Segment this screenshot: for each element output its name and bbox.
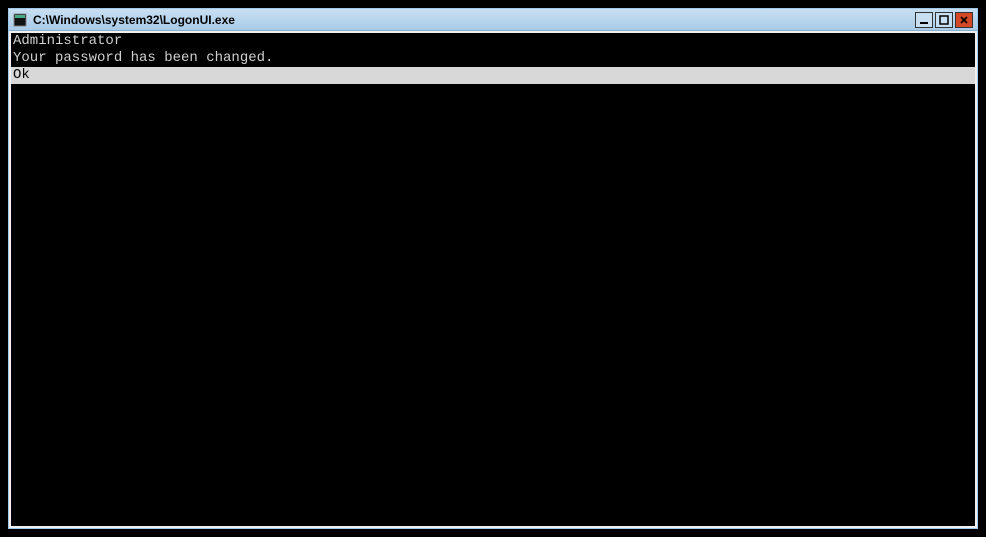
app-icon bbox=[13, 13, 27, 27]
console-message-line: Your password has been changed. bbox=[11, 50, 975, 67]
ok-option[interactable]: Ok bbox=[11, 67, 975, 84]
console-window: C:\Windows\system32\LogonUI.exe Administ… bbox=[8, 8, 978, 529]
titlebar[interactable]: C:\Windows\system32\LogonUI.exe bbox=[9, 9, 977, 31]
minimize-button[interactable] bbox=[915, 12, 933, 28]
maximize-button[interactable] bbox=[935, 12, 953, 28]
console-username-line: Administrator bbox=[11, 33, 975, 50]
close-button[interactable] bbox=[955, 12, 973, 28]
console-output[interactable]: Administrator Your password has been cha… bbox=[9, 31, 977, 528]
window-controls bbox=[915, 12, 973, 28]
window-title: C:\Windows\system32\LogonUI.exe bbox=[33, 13, 915, 27]
desktop-background: C:\Windows\system32\LogonUI.exe Administ… bbox=[0, 0, 986, 537]
